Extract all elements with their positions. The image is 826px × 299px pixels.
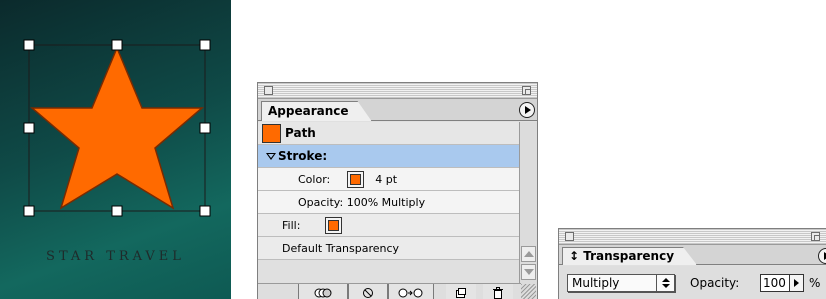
stroke-color-swatch[interactable] xyxy=(350,173,362,185)
trash-icon xyxy=(493,286,503,299)
reduce-appearance-icon xyxy=(398,288,423,297)
duplicate-item-button[interactable] xyxy=(446,284,476,299)
tab-appearance[interactable]: Appearance xyxy=(261,101,372,121)
new-item-icon xyxy=(456,287,466,298)
artwork-canvas[interactable]: STAR TRAVEL xyxy=(0,0,231,299)
palette-bottom-bar xyxy=(258,283,521,299)
percent-sign: % xyxy=(809,276,821,290)
list-item-fill[interactable]: Fill: xyxy=(258,214,521,237)
select-arrows-icon xyxy=(656,275,674,291)
selection-handle-left[interactable] xyxy=(23,122,35,134)
selection-handle-right[interactable] xyxy=(199,122,211,134)
transparency-body: Multiply Opacity: 100 % xyxy=(559,266,826,299)
tab-row: ↕ Transparency xyxy=(559,245,826,265)
transparency-palette: ↕ Transparency Multiply Opacity: 100 % xyxy=(558,228,826,299)
opacity-slider-toggle-icon[interactable] xyxy=(790,274,804,292)
opacity-label: Opacity: xyxy=(690,276,740,290)
fill-color-swatch[interactable] xyxy=(328,219,340,231)
list-item-default-transparency[interactable]: Default Transparency xyxy=(258,237,521,260)
selection-handle-bottom[interactable] xyxy=(111,205,123,217)
palette-titlebar[interactable] xyxy=(258,83,537,99)
zoom-box-icon[interactable] xyxy=(811,232,820,241)
no-symbol-icon xyxy=(363,287,373,298)
blend-mode-value: Multiply xyxy=(572,276,620,290)
delete-item-button[interactable] xyxy=(483,284,513,299)
selection-handle-top[interactable] xyxy=(111,39,123,51)
path-thumbnail-icon xyxy=(262,123,281,143)
close-box-icon[interactable] xyxy=(264,86,273,95)
selection-handle-top-right[interactable] xyxy=(199,39,211,51)
selection-handle-bottom-right[interactable] xyxy=(199,205,211,217)
list-item-path[interactable]: Path xyxy=(258,122,521,145)
selection-handle-bottom-left[interactable] xyxy=(23,205,35,217)
color-label: Color: xyxy=(298,172,331,186)
reduce-to-basic-appearance-button[interactable] xyxy=(388,284,434,299)
opacity-input[interactable]: 100 xyxy=(760,274,790,292)
palette-menu-icon[interactable] xyxy=(818,248,826,264)
tab-row: Appearance xyxy=(258,99,537,121)
vertical-scrollbar[interactable] xyxy=(519,122,537,299)
list-item-stroke-color[interactable]: Color: 4 pt xyxy=(258,168,521,191)
list-item-stroke[interactable]: Stroke: xyxy=(258,145,521,168)
close-box-icon[interactable] xyxy=(565,232,574,241)
tab-transparency[interactable]: ↕ Transparency xyxy=(562,247,697,265)
stroke-weight: 4 pt xyxy=(375,172,398,186)
star-shape[interactable] xyxy=(29,46,205,210)
zoom-box-icon[interactable] xyxy=(522,86,531,95)
object-label: Path xyxy=(285,126,316,140)
overlapping-circles-icon xyxy=(314,288,332,297)
appearance-palette: Appearance Path Stroke: Color: 4 pt Opac… xyxy=(257,82,538,299)
appearance-list: Path Stroke: Color: 4 pt Opacity: 100% M… xyxy=(258,122,521,299)
scroll-down-icon[interactable] xyxy=(521,264,536,280)
clear-appearance-button[interactable] xyxy=(348,284,388,299)
blend-mode-select[interactable]: Multiply xyxy=(567,274,675,292)
stroke-label: Stroke: xyxy=(278,149,328,163)
palette-menu-icon[interactable] xyxy=(519,102,535,118)
new-art-maintains-appearance-button[interactable] xyxy=(298,284,348,299)
disclosure-triangle-icon[interactable] xyxy=(266,152,276,160)
list-item-stroke-opacity[interactable]: Opacity: 100% Multiply xyxy=(258,191,521,214)
scroll-up-icon[interactable] xyxy=(521,246,536,262)
fill-label: Fill: xyxy=(282,218,301,232)
resize-grip-icon[interactable] xyxy=(521,284,536,299)
opacity-line: Opacity: 100% Multiply xyxy=(298,195,426,209)
default-transparency-label: Default Transparency xyxy=(282,241,400,255)
palette-titlebar[interactable] xyxy=(559,229,826,245)
brand-text: STAR TRAVEL xyxy=(46,249,185,264)
selection-handle-top-left[interactable] xyxy=(23,39,35,51)
